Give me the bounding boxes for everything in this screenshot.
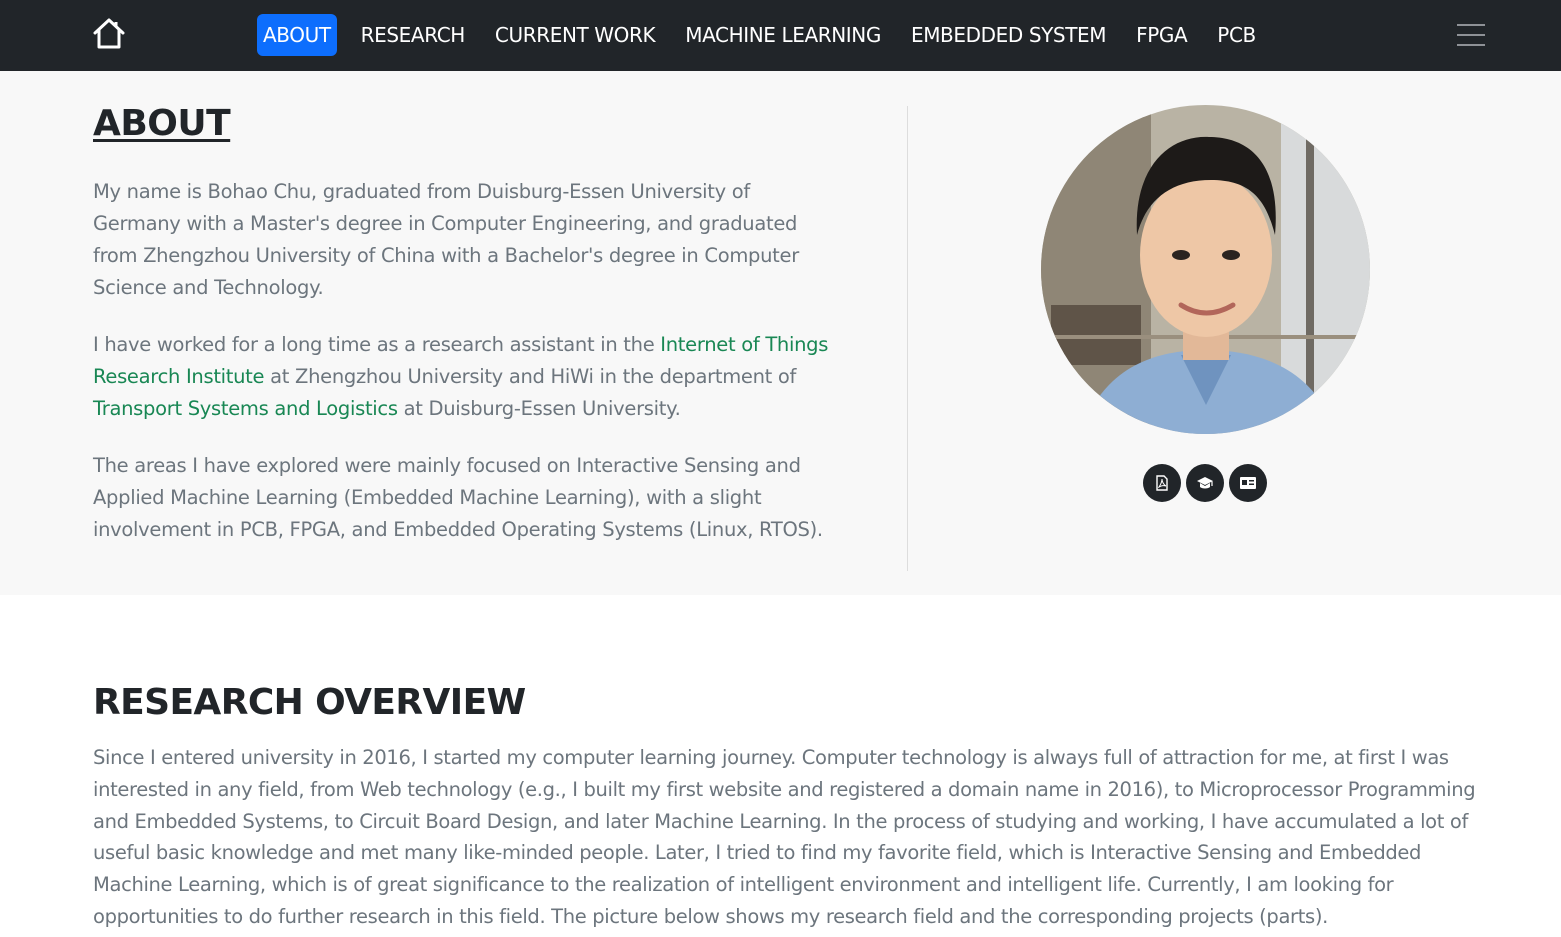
nav-menu: ABOUT RESEARCH CURRENT WORK MACHINE LEAR… [257,14,1280,56]
about-heading: ABOUT [93,103,231,144]
social-links [1143,464,1272,502]
about-p2-text-c: at Duisburg-Essen University. [397,397,681,420]
nav-research[interactable]: RESEARCH [355,14,471,56]
pdf-icon[interactable] [1143,464,1181,502]
about-paragraph-2: I have worked for a long time as a resea… [93,329,833,425]
about-paragraph-1: My name is Bohao Chu, graduated from Dui… [93,180,799,299]
nav-current-work[interactable]: CURRENT WORK [489,14,661,56]
about-section: ABOUT My name is Bohao Chu, graduated fr… [0,71,1561,595]
id-card-icon[interactable] [1229,464,1267,502]
research-overview-heading: RESEARCH OVERVIEW [93,682,526,723]
nav-pcb[interactable]: PCB [1211,14,1262,56]
about-p2-text-a: I have worked for a long time as a resea… [93,333,661,356]
nav-embedded-system[interactable]: EMBEDDED SYSTEM [905,14,1112,56]
nav-fpga[interactable]: FPGA [1130,14,1193,56]
research-overview-text: Since I entered university in 2016, I st… [93,746,1476,928]
transport-logistics-link[interactable]: Transport Systems and Logistics [93,397,398,420]
about-paragraph-3: The areas I have explored were mainly fo… [93,454,823,541]
profile-photo [1041,105,1370,434]
top-navbar: ABOUT RESEARCH CURRENT WORK MACHINE LEAR… [0,0,1561,71]
about-p2-text-b: at Zhengzhou University and HiWi in the … [264,365,797,388]
home-icon[interactable] [91,16,127,52]
graduation-cap-icon[interactable] [1186,464,1224,502]
nav-about[interactable]: ABOUT [257,14,337,56]
hamburger-menu-icon[interactable] [1457,24,1485,48]
nav-machine-learning[interactable]: MACHINE LEARNING [679,14,887,56]
column-divider [907,106,908,571]
about-text-column: ABOUT My name is Bohao Chu, graduated fr… [93,103,833,546]
